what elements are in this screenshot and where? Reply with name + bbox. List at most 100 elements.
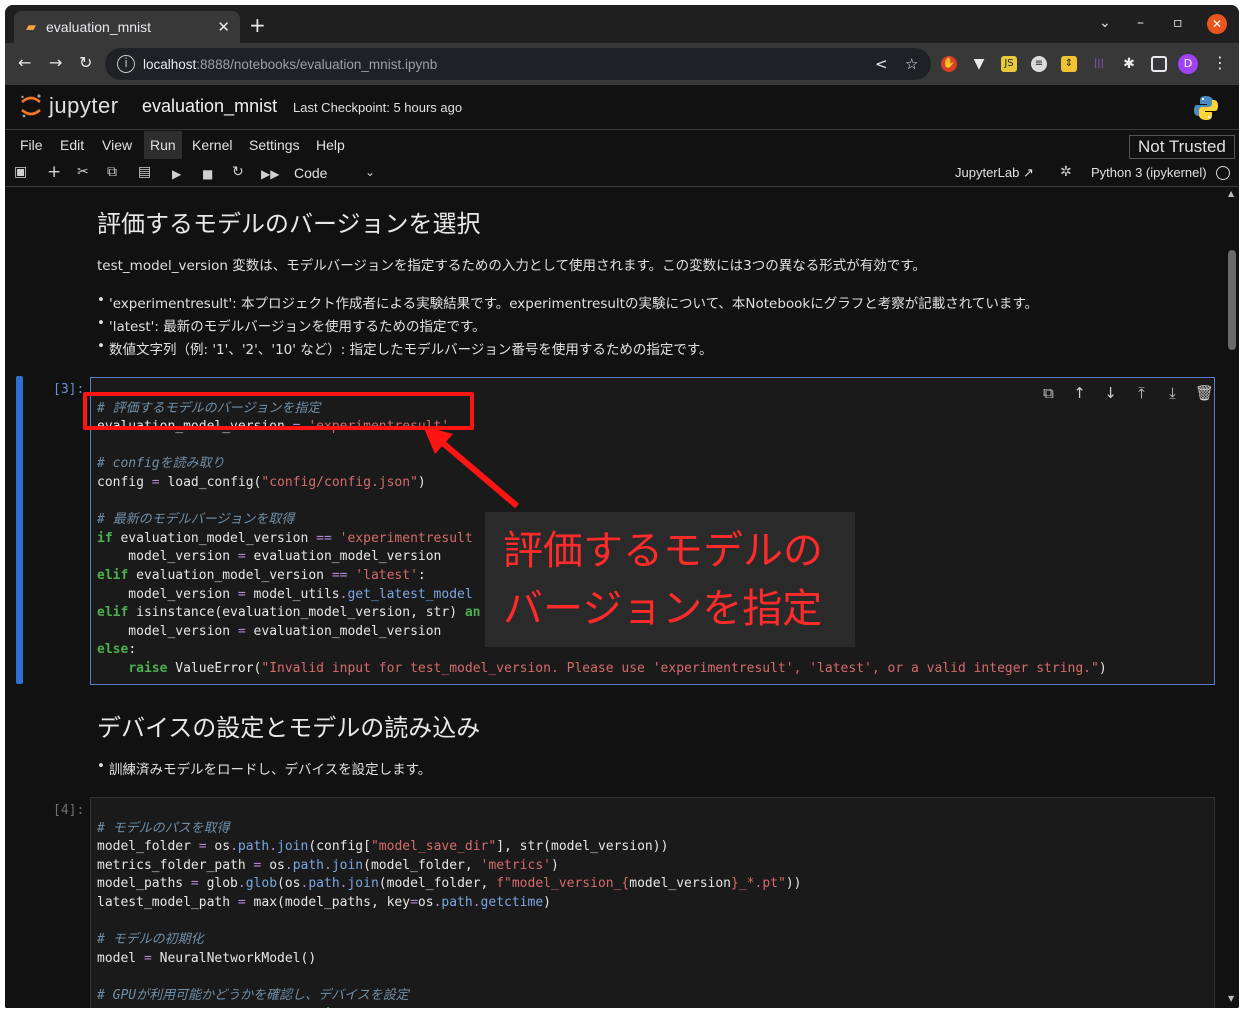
code-line: model_paths = glob.glob(os.path.join(mod… bbox=[97, 876, 802, 892]
highlight-box bbox=[83, 392, 474, 430]
code-line: if evaluation_model_version == 'experime… bbox=[97, 530, 473, 546]
extensions-puzzle-icon[interactable]: ✱ bbox=[1121, 56, 1137, 72]
cell-type-select[interactable]: Code bbox=[294, 165, 327, 181]
window-close-icon[interactable]: ✕ bbox=[1207, 14, 1227, 34]
cell-prompt: [4]: bbox=[53, 803, 85, 818]
extension-js-icon[interactable]: JS bbox=[1001, 56, 1017, 72]
code-line: model = NeuralNetworkModel() bbox=[97, 950, 317, 966]
scroll-down-icon[interactable]: ▼ bbox=[1228, 994, 1234, 1003]
maximize-icon[interactable]: ▫ bbox=[1173, 15, 1183, 31]
back-icon[interactable]: ← bbox=[18, 54, 31, 72]
scroll-thumb[interactable] bbox=[1228, 250, 1236, 350]
save-icon[interactable]: ▣ bbox=[14, 164, 27, 180]
menu-settings[interactable]: Settings bbox=[249, 137, 300, 153]
url-host: localhost bbox=[143, 56, 197, 72]
restart-run-all-icon[interactable]: ▶▶ bbox=[261, 166, 279, 182]
trust-status-button[interactable]: Not Trusted bbox=[1129, 135, 1235, 159]
checkpoint-status: Last Checkpoint: 5 hours ago bbox=[293, 100, 463, 115]
extension-arrows-icon[interactable]: ⇕ bbox=[1061, 56, 1077, 72]
bullet-experimentresult: 'experimentresult': 本プロジェクト作成者による実験結果です。… bbox=[97, 292, 1038, 312]
code-line: else: bbox=[97, 642, 137, 658]
notebook-scrollbar[interactable]: ▲ ▼ bbox=[1225, 188, 1239, 1008]
side-panel-icon[interactable] bbox=[1151, 56, 1167, 72]
extension-library-icon[interactable]: ||| bbox=[1091, 56, 1107, 72]
code-line: raise ValueError("Invalid input for test… bbox=[128, 660, 1107, 676]
delete-cell-icon[interactable]: 🗑 bbox=[1195, 384, 1214, 402]
forward-icon[interactable]: → bbox=[49, 54, 62, 72]
code-line: # GPUが利用可能かどうかを確認し、デバイスを設定 bbox=[97, 987, 409, 1003]
code-line: elif isinstance(evaluation_model_version… bbox=[97, 605, 481, 621]
bullet-latest: 'latest': 最新のモデルバージョンを使用するための指定です。 bbox=[97, 315, 486, 335]
browser-window: ▰ evaluation_mnist ✕ + ⌄ – ▫ ✕ ← → ↻ i l… bbox=[5, 5, 1239, 1008]
menu-help[interactable]: Help bbox=[316, 137, 345, 153]
menu-kernel[interactable]: Kernel bbox=[192, 137, 232, 153]
jupyterlab-link[interactable]: JupyterLab ↗ bbox=[955, 165, 1034, 181]
menu-edit[interactable]: Edit bbox=[60, 137, 84, 153]
code-line: latest_model_path = max(model_paths, key… bbox=[97, 894, 551, 910]
external-link-icon: ↗ bbox=[1022, 165, 1034, 180]
code-line: # モデルのパスを取得 bbox=[97, 820, 230, 836]
cell4-code[interactable]: # モデルのパスを取得 model_folder = os.path.join(… bbox=[97, 801, 801, 1008]
extension-list-icon[interactable]: ≡ bbox=[1031, 56, 1047, 72]
run-icon[interactable]: ▶ bbox=[172, 166, 181, 182]
browser-toolbar: ← → ↻ i localhost:8888/notebooks/evaluat… bbox=[5, 43, 1239, 85]
notebook-name[interactable]: evaluation_mnist bbox=[142, 96, 277, 117]
profile-avatar[interactable]: D bbox=[1178, 54, 1198, 74]
restart-icon[interactable]: ↻ bbox=[232, 164, 244, 180]
extension-hand-icon[interactable]: ✋ bbox=[941, 56, 957, 72]
menu-view[interactable]: View bbox=[102, 137, 132, 153]
jupyter-logo-icon[interactable] bbox=[19, 93, 43, 119]
section-heading-device: デバイスの設定とモデルの読み込み bbox=[97, 714, 481, 742]
code-line: # モデルの初期化 bbox=[97, 932, 204, 948]
reload-icon[interactable]: ↻ bbox=[79, 54, 92, 72]
url-path: :8888/notebooks/evaluation_mnist.ipynb bbox=[196, 56, 438, 72]
scroll-up-icon[interactable]: ▲ bbox=[1228, 189, 1234, 198]
share-icon[interactable]: < bbox=[875, 55, 888, 73]
tab-strip: ▰ evaluation_mnist ✕ + ⌄ – ▫ ✕ bbox=[5, 5, 1239, 43]
code-line: device = torch.device('cuda' if torch.cu… bbox=[97, 1007, 637, 1008]
notebook-toolbar: ▣ + ✂ ⧉ ▤ ▶ ■ ↻ ▶▶ Code ⌄ JupyterLab ↗ ✲… bbox=[5, 159, 1239, 187]
paste-icon[interactable]: ▤ bbox=[138, 164, 151, 180]
code-line: # 最新のモデルバージョンを取得 bbox=[97, 512, 295, 528]
kernel-status-icon bbox=[1216, 166, 1230, 180]
annotation-line-2: バージョンを指定 bbox=[503, 586, 823, 632]
site-info-icon[interactable]: i bbox=[117, 55, 135, 73]
chevron-down-icon[interactable]: ⌄ bbox=[365, 165, 375, 179]
notebook-content: 評価するモデルのバージョンを選択 test_model_version 変数は、… bbox=[5, 188, 1225, 1008]
copy-icon[interactable]: ⧉ bbox=[107, 164, 117, 180]
active-cell-indicator bbox=[16, 376, 23, 684]
code-line: model_version = evaluation_model_version bbox=[97, 623, 442, 639]
debugger-bug-icon[interactable]: ✲ bbox=[1060, 164, 1072, 180]
browser-menu-icon[interactable]: ⋮ bbox=[1212, 53, 1228, 72]
tab-search-chevron-icon[interactable]: ⌄ bbox=[1099, 15, 1111, 31]
notebook-favicon-icon: ▰ bbox=[26, 19, 36, 35]
kernel-name[interactable]: Python 3 (ipykernel) bbox=[1091, 165, 1207, 180]
code-line: model_folder = os.path.join(config["mode… bbox=[97, 839, 669, 855]
insert-below-icon[interactable]: ⤓ bbox=[1164, 384, 1181, 402]
insert-above-icon[interactable]: ⤒ bbox=[1133, 384, 1150, 402]
annotation-line-1: 評価するモデルの bbox=[503, 528, 823, 574]
insert-cell-icon[interactable]: + bbox=[47, 164, 61, 181]
code-line: model_version = evaluation_model_version bbox=[97, 549, 442, 565]
tab-title: evaluation_mnist bbox=[46, 19, 152, 35]
cut-icon[interactable]: ✂ bbox=[77, 164, 89, 180]
address-bar[interactable]: i localhost:8888/notebooks/evaluation_mn… bbox=[105, 48, 931, 80]
browser-tab[interactable]: ▰ evaluation_mnist ✕ bbox=[14, 11, 240, 43]
menu-bar: File Edit View Run Kernel Settings Help … bbox=[5, 131, 1239, 159]
jupyterlab-link-label: JupyterLab bbox=[955, 165, 1020, 180]
code-line: # configを読み取り bbox=[97, 456, 225, 472]
menu-file[interactable]: File bbox=[20, 137, 43, 153]
jupyter-wordmark: jupyter bbox=[49, 93, 119, 118]
tab-close-icon[interactable]: ✕ bbox=[217, 18, 230, 36]
jupyter-header: jupyter evaluation_mnist Last Checkpoint… bbox=[5, 85, 1239, 130]
menu-run[interactable]: Run bbox=[150, 137, 176, 153]
new-tab-icon[interactable]: + bbox=[249, 15, 266, 35]
code-line: metrics_folder_path = os.path.join(model… bbox=[97, 857, 559, 873]
stop-icon[interactable]: ■ bbox=[202, 166, 213, 182]
annotation-label: 評価するモデルの バージョンを指定 bbox=[485, 512, 855, 647]
bullet-numeric: 数値文字列（例: '1'、'2'、'10' など）: 指定したモデルバージョン番… bbox=[97, 338, 712, 358]
code-line: elif evaluation_model_version == 'latest… bbox=[97, 567, 426, 583]
extension-v-icon[interactable]: ▼ bbox=[971, 56, 987, 72]
bookmark-star-icon[interactable]: ☆ bbox=[905, 55, 918, 73]
minimize-icon[interactable]: – bbox=[1137, 15, 1144, 31]
